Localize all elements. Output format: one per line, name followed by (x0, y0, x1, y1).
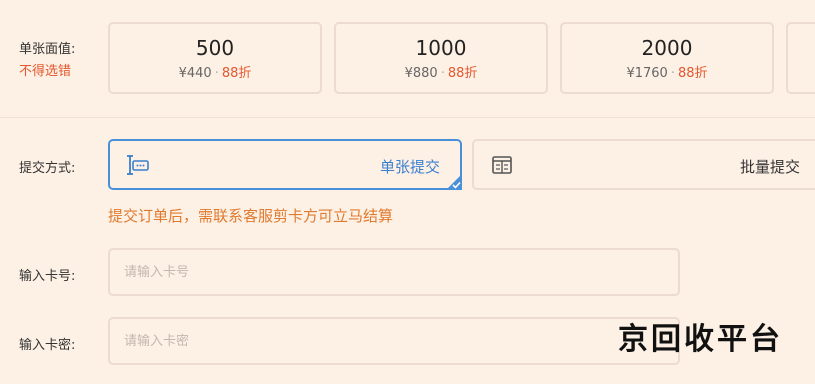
price-separator: · (214, 66, 219, 81)
batch-submit-option[interactable]: 批量提交 (472, 139, 815, 190)
denomination-card-partial[interactable] (786, 22, 815, 94)
denomination-value: 1000 (415, 36, 467, 60)
submit-method-label: 提交方式: (19, 161, 76, 176)
price-separator: · (440, 66, 445, 81)
selected-check-icon (446, 174, 462, 190)
single-submit-option[interactable]: 单张提交 (108, 139, 462, 190)
card-number-label: 输入卡号: (19, 269, 76, 284)
submit-notice: 提交订单后，需联系客服剪卡方可立马结算 (108, 207, 394, 225)
denomination-card-500[interactable]: 500 ¥440 · 88折 (108, 22, 322, 94)
card-password-label: 输入卡密: (19, 338, 76, 353)
denomination-value: 2000 (641, 36, 693, 60)
single-card-icon (126, 153, 150, 177)
denomination-card-1000[interactable]: 1000 ¥880 · 88折 (334, 22, 548, 94)
watermark: 京回收平台 (618, 322, 783, 357)
denomination-discount: 88折 (447, 66, 478, 81)
card-password-input[interactable] (108, 317, 680, 365)
denomination-card-2000[interactable]: 2000 ¥1760 · 88折 (560, 22, 774, 94)
denomination-price: ¥440 (178, 66, 212, 81)
denomination-price: ¥880 (404, 66, 438, 81)
batch-submit-label: 批量提交 (739, 158, 800, 176)
denomination-price: ¥1760 (626, 66, 668, 81)
denomination-value: 500 (195, 36, 235, 60)
single-submit-label: 单张提交 (379, 158, 440, 176)
denomination-discount: 88折 (221, 66, 252, 81)
price-separator: · (670, 66, 675, 81)
denomination-note: 不得选错 (19, 64, 72, 79)
batch-card-icon (490, 153, 514, 177)
denomination-discount: 88折 (677, 66, 708, 81)
card-number-input[interactable] (108, 248, 680, 296)
section-divider (0, 117, 815, 118)
denomination-label: 单张面值: (19, 42, 76, 57)
